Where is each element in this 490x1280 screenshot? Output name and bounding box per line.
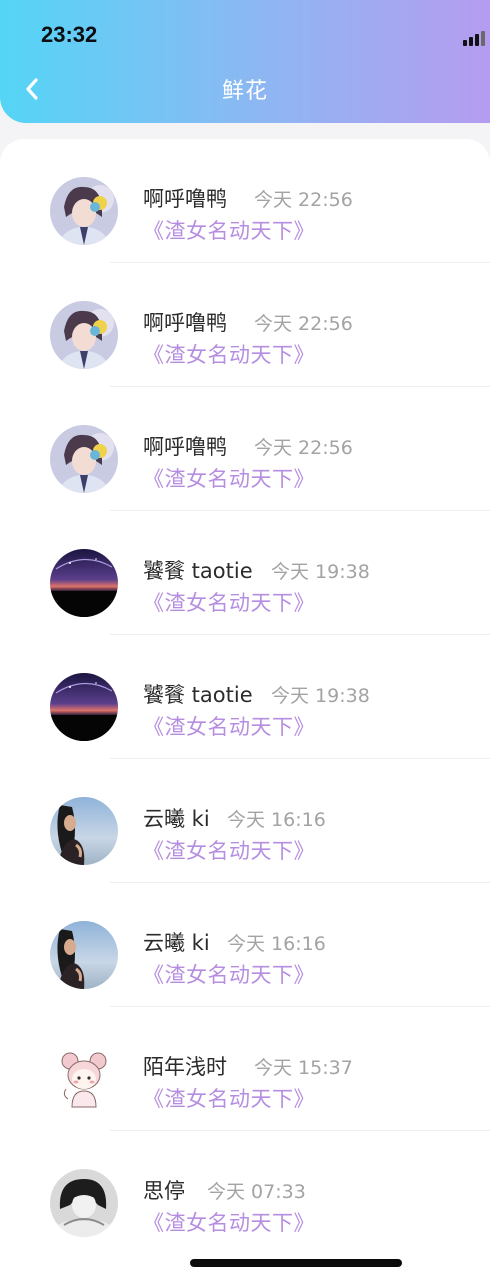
- avatar[interactable]: [50, 673, 118, 741]
- list-item[interactable]: 思停 今天 07:33 《渣女名动天下》: [0, 1131, 490, 1255]
- flower-list: 啊呼噜鸭 今天 22:56 《渣女名动天下》 啊呼噜鸭 今天 22:56 《渣女…: [0, 139, 490, 1280]
- home-indicator[interactable]: [190, 1259, 402, 1267]
- user-name: 啊呼噜鸭: [143, 187, 227, 211]
- timestamp: 今天 19:38: [271, 685, 370, 707]
- user-name: 云曦 ki: [143, 807, 210, 831]
- avatar[interactable]: [50, 425, 118, 493]
- book-title[interactable]: 《渣女名动天下》: [143, 1083, 315, 1113]
- header: 23:32 鲜花: [0, 0, 490, 123]
- list-item[interactable]: 云曦 ki 今天 16:16 《渣女名动天下》: [0, 759, 490, 883]
- user-name: 思停: [143, 1179, 185, 1203]
- timestamp: 今天 16:16: [227, 809, 326, 831]
- user-name: 啊呼噜鸭: [143, 435, 227, 459]
- timestamp: 今天 22:56: [254, 437, 353, 459]
- book-title[interactable]: 《渣女名动天下》: [143, 711, 315, 741]
- book-title[interactable]: 《渣女名动天下》: [143, 339, 315, 369]
- avatar[interactable]: [50, 797, 118, 865]
- book-title[interactable]: 《渣女名动天下》: [143, 959, 315, 989]
- status-time: 23:32: [41, 22, 98, 47]
- list-item[interactable]: 陌年浅时 今天 15:37 《渣女名动天下》: [0, 1007, 490, 1131]
- list-item[interactable]: 啊呼噜鸭 今天 22:56 《渣女名动天下》: [0, 263, 490, 387]
- book-title[interactable]: 《渣女名动天下》: [143, 835, 315, 865]
- user-name: 饕餮 taotie: [143, 683, 253, 707]
- avatar[interactable]: [50, 1169, 118, 1237]
- avatar[interactable]: [50, 549, 118, 617]
- timestamp: 今天 22:56: [254, 189, 353, 211]
- list-item[interactable]: 啊呼噜鸭 今天 22:56 《渣女名动天下》: [0, 387, 490, 511]
- timestamp: 今天 15:37: [254, 1057, 353, 1079]
- user-name: 啊呼噜鸭: [143, 311, 227, 335]
- timestamp: 今天 07:33: [207, 1181, 306, 1203]
- timestamp: 今天 16:16: [227, 933, 326, 955]
- user-name: 陌年浅时: [143, 1055, 227, 1079]
- user-name: 云曦 ki: [143, 931, 210, 955]
- book-title[interactable]: 《渣女名动天下》: [143, 587, 315, 617]
- list-item[interactable]: 饕餮 taotie 今天 19:38 《渣女名动天下》: [0, 511, 490, 635]
- book-title[interactable]: 《渣女名动天下》: [143, 463, 315, 493]
- book-title[interactable]: 《渣女名动天下》: [143, 1207, 315, 1237]
- avatar[interactable]: [50, 1045, 118, 1113]
- page-title: 鲜花: [221, 79, 268, 104]
- list-item[interactable]: 饕餮 taotie 今天 19:38 《渣女名动天下》: [0, 635, 490, 759]
- signal-icon: [463, 30, 489, 46]
- avatar[interactable]: [50, 177, 118, 245]
- book-title[interactable]: 《渣女名动天下》: [143, 215, 315, 245]
- list-item[interactable]: 云曦 ki 今天 16:16 《渣女名动天下》: [0, 883, 490, 1007]
- timestamp: 今天 19:38: [271, 561, 370, 583]
- avatar[interactable]: [50, 301, 118, 369]
- user-name: 饕餮 taotie: [143, 559, 253, 583]
- timestamp: 今天 22:56: [254, 313, 353, 335]
- avatar[interactable]: [50, 921, 118, 989]
- list-item[interactable]: 啊呼噜鸭 今天 22:56 《渣女名动天下》: [0, 139, 490, 263]
